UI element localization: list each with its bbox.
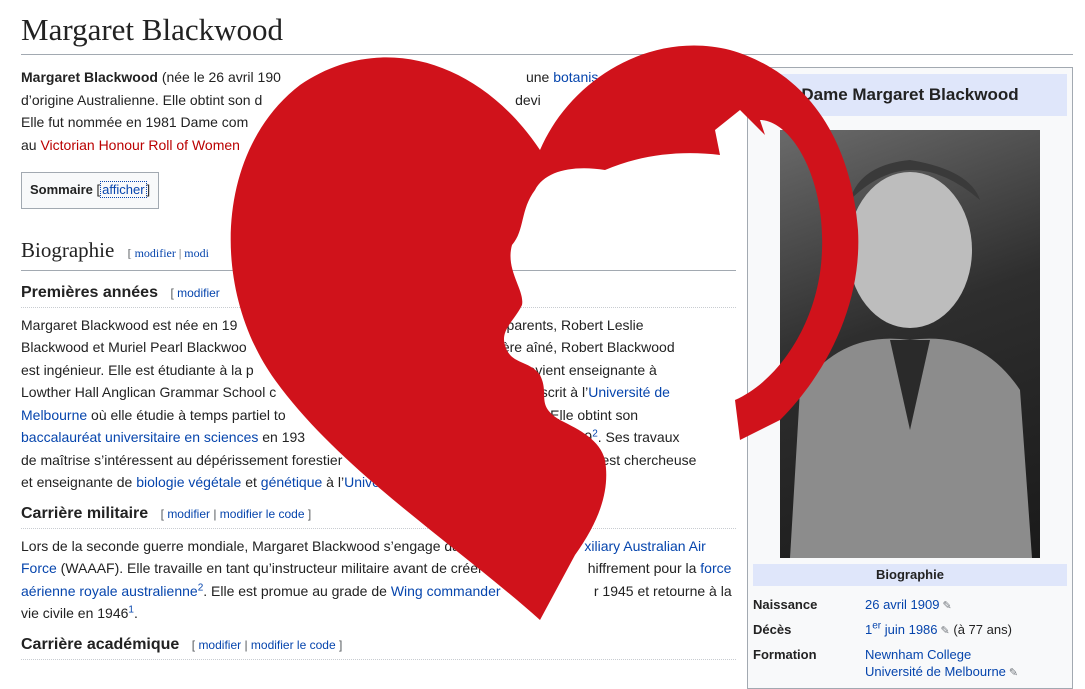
edit-links: [ modifier | modi <box>127 245 209 260</box>
newnham-link[interactable]: Newnham College <box>865 647 971 662</box>
edit-code-link[interactable]: modifier le code <box>251 638 336 652</box>
portrait-photo[interactable] <box>780 130 1040 558</box>
plant-biology-link[interactable]: biologie végétale <box>136 474 241 490</box>
genetics-link[interactable]: génétique <box>261 474 323 490</box>
page-title: Margaret Blackwood <box>21 10 1073 55</box>
edit-link[interactable]: modifier <box>135 246 176 260</box>
paragraph-militaire: Lors de la seconde guerre mondiale, Marg… <box>21 537 732 622</box>
infobox: Dame Margaret Blackwood Biographie Naiss… <box>747 67 1073 689</box>
edit-code-link[interactable]: modifier le code <box>220 507 305 521</box>
death-date-link[interactable]: 1er juin 1986 <box>865 621 938 637</box>
honour-roll-link[interactable]: Victorian Honour Roll of Women <box>40 137 239 153</box>
edit-code-link[interactable]: modi <box>184 246 209 260</box>
table-row: Formation Newnham College Université de M… <box>753 647 1019 679</box>
bsc-link[interactable]: baccalauréat universitaire en sciences <box>21 429 258 445</box>
waaaf-link[interactable]: xiliary Australian Air <box>584 538 705 554</box>
paragraph-premieres: Margaret Blackwood est née en 19 Ses par… <box>21 316 697 491</box>
toc-toggle[interactable]: afficher <box>100 181 147 198</box>
infobox-title: Dame Margaret Blackwood <box>753 74 1067 116</box>
infobox-table: Naissance 26 avril 1909 ✎ Décès 1er juin … <box>753 593 1067 685</box>
section-heading-biographie: Biographie [ modifier | modi <box>21 235 736 271</box>
pencil-icon[interactable]: ✎ <box>1009 667 1018 679</box>
section-heading-militaire: Carrière militaire [ modifier | modifier… <box>21 502 736 529</box>
botanist-link[interactable]: botanis <box>553 69 598 85</box>
raaf-link-2[interactable]: aérienne royale australienne <box>21 583 198 599</box>
table-of-contents: Sommaire [afficher] <box>21 172 160 209</box>
table-row: Décès 1er juin 1986 ✎ (à 77 ans) <box>753 620 1012 637</box>
birth-date-link[interactable]: 26 avril 1909 <box>865 597 939 612</box>
pencil-icon[interactable]: ✎ <box>941 625 950 637</box>
section-heading-premieres: Premières années [ modifier <box>21 281 736 308</box>
table-row: Naissance 26 avril 1909 ✎ <box>753 597 952 612</box>
portrait-silhouette-icon <box>790 160 1032 558</box>
edit-link[interactable]: modifier <box>177 286 220 300</box>
waaaf-link-2[interactable]: Force <box>21 560 57 576</box>
university-link[interactable]: Unive <box>344 474 380 490</box>
univ-melbourne-link-2[interactable]: Melbourne <box>21 407 87 423</box>
melbourne-univ-link[interactable]: Université de Melbourne <box>865 664 1006 679</box>
raaf-link[interactable]: force <box>700 560 731 576</box>
intro-paragraph: Margaret Blackwood (née le 26 avril 190 … <box>21 69 622 153</box>
edit-link[interactable]: modifier <box>198 638 241 652</box>
article-body: Margaret Blackwood (née le 26 avril 190 … <box>21 66 736 666</box>
intro-name: Margaret Blackwood <box>21 69 158 85</box>
infobox-section-biographie: Biographie <box>753 564 1067 586</box>
intro-link-fu[interactable]: fu <box>610 114 622 130</box>
section-heading-academique: Carrière académique [ modifier | modifie… <box>21 633 736 660</box>
pencil-icon[interactable]: ✎ <box>942 600 951 612</box>
wing-commander-link[interactable]: Wing commander <box>391 583 501 599</box>
edit-link[interactable]: modifier <box>167 507 210 521</box>
univ-melbourne-link[interactable]: Université de <box>588 384 670 400</box>
toc-label: Sommaire <box>30 182 93 197</box>
